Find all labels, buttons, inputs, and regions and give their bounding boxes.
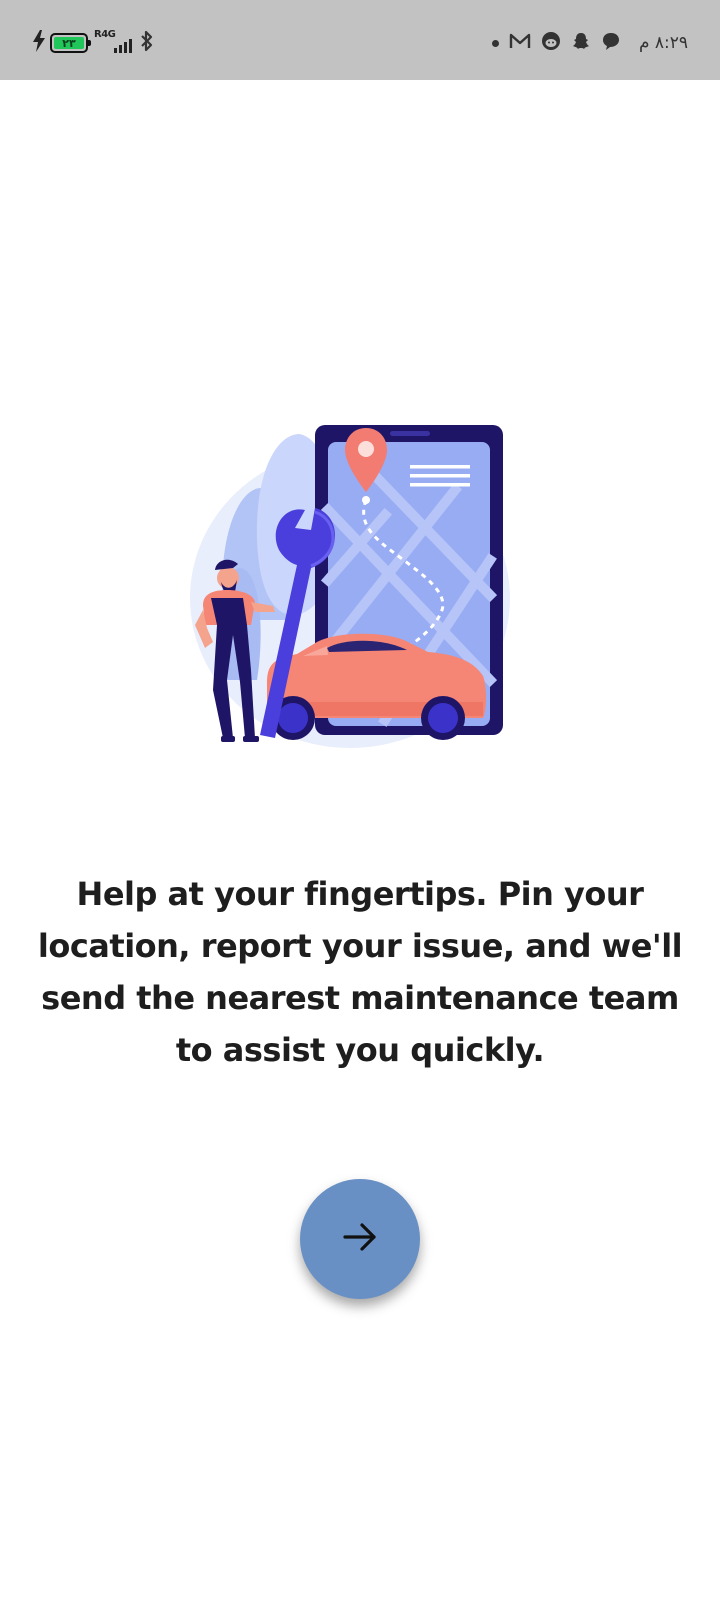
battery-icon: ٢٣ [50, 33, 91, 53]
arrow-right-icon [342, 1222, 378, 1256]
next-button[interactable] [300, 1179, 420, 1299]
status-time: ٨:٢٩ م [638, 32, 688, 53]
status-bar: ٢٣ R4G ٨:٢٩ م [0, 0, 720, 80]
network-type: R4G [94, 29, 116, 40]
status-bar-left: ٢٣ R4G [32, 29, 154, 57]
onboarding-message: Help at your fingertips. Pin your locati… [37, 875, 683, 1069]
signal-icon: R4G [94, 29, 134, 56]
chat-bubble-icon [601, 31, 621, 55]
snapchat-icon [571, 31, 591, 55]
reddit-icon [541, 31, 561, 55]
gmail-icon [509, 33, 531, 53]
status-bar-right: ٨:٢٩ م [491, 30, 688, 56]
mechanic-car-map-illustration [185, 420, 535, 765]
charging-bolt-icon [32, 30, 46, 56]
battery-level: ٢٣ [62, 36, 76, 50]
bluetooth-icon [140, 30, 154, 57]
dot-icon [491, 39, 499, 47]
